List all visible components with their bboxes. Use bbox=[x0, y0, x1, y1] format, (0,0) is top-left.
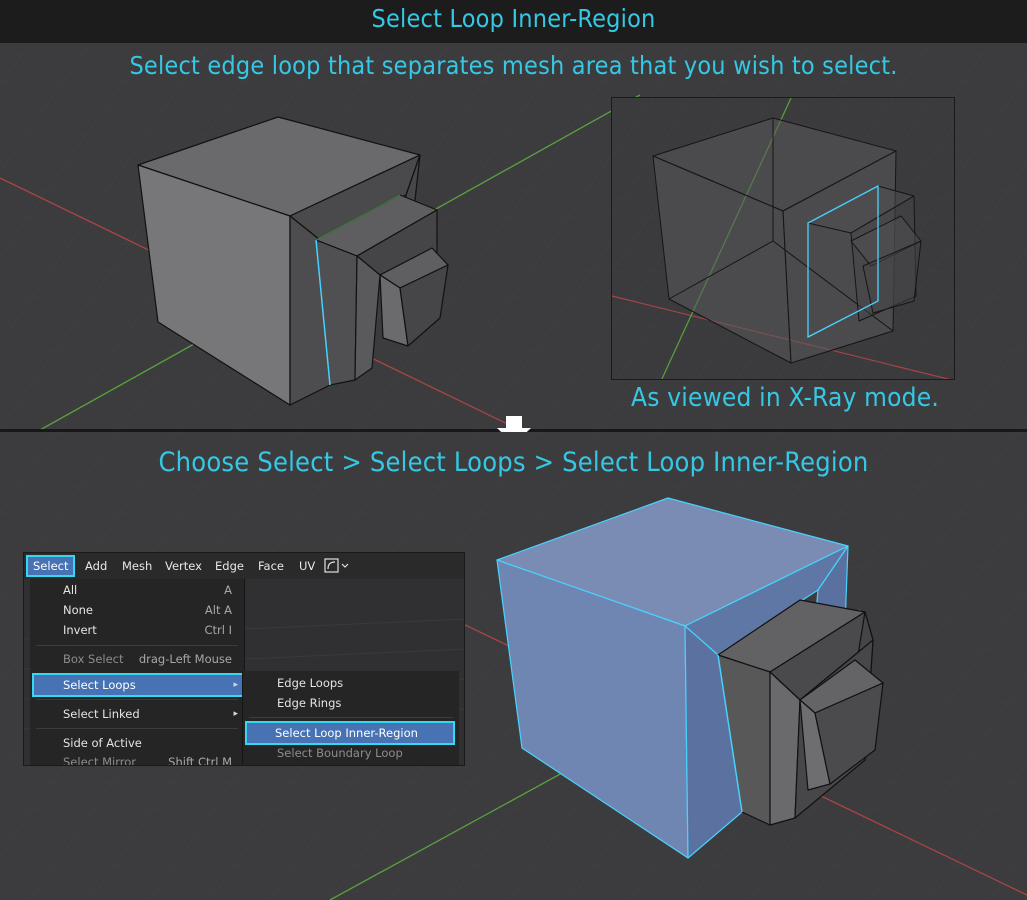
menu-mesh[interactable]: Mesh bbox=[117, 557, 157, 575]
menu-item-all[interactable]: All A bbox=[30, 580, 244, 600]
select-dropdown: All A None Alt A Invert Ctrl I Box Selec… bbox=[30, 579, 246, 765]
xray-caption: As viewed in X-Ray mode. bbox=[631, 383, 939, 413]
menu-item-none[interactable]: None Alt A bbox=[30, 600, 244, 620]
menu-separator bbox=[249, 717, 453, 718]
submenu-item-edge-loops[interactable]: Edge Loops bbox=[243, 673, 459, 693]
vertex-select-mode-icon[interactable] bbox=[324, 557, 350, 575]
blender-menu-panel: Select Add Mesh Vertex Edge Face UV All … bbox=[23, 552, 465, 766]
menu-edge[interactable]: Edge bbox=[210, 557, 249, 575]
xray-inset bbox=[611, 97, 957, 382]
menu-vertex[interactable]: Vertex bbox=[160, 557, 207, 575]
menu-separator bbox=[36, 699, 238, 700]
submenu-item-select-boundary-loop[interactable]: Select Boundary Loop bbox=[243, 743, 459, 763]
step-caption: Choose Select > Select Loops > Select Lo… bbox=[158, 447, 869, 478]
menu-select[interactable]: Select bbox=[25, 555, 76, 577]
menu-item-invert[interactable]: Invert Ctrl I bbox=[30, 620, 244, 640]
menu-add[interactable]: Add bbox=[80, 557, 112, 575]
menu-uv[interactable]: UV bbox=[294, 557, 320, 575]
menu-separator bbox=[36, 728, 238, 729]
header-menubar: Select Add Mesh Vertex Edge Face UV bbox=[24, 553, 464, 579]
menu-item-box-select[interactable]: Box Select drag-Left Mouse bbox=[30, 649, 244, 669]
submenu-item-select-loop-inner-region[interactable]: Select Loop Inner-Region bbox=[245, 721, 455, 745]
menu-item-select-linked[interactable]: Select Linked ▸ bbox=[30, 704, 244, 724]
menu-face[interactable]: Face bbox=[253, 557, 289, 575]
page-title: Select Loop Inner-Region bbox=[371, 4, 656, 33]
xray-view bbox=[611, 97, 957, 382]
menu-item-select-loops[interactable]: Select Loops ▸ bbox=[32, 673, 246, 697]
select-loops-submenu: Edge Loops Edge Rings Select Loop Inner-… bbox=[242, 671, 459, 765]
submenu-arrow-icon: ▸ bbox=[233, 680, 238, 690]
submenu-item-edge-rings[interactable]: Edge Rings bbox=[243, 693, 459, 713]
menu-item-select-mirror[interactable]: Select Mirror Shift Ctrl M bbox=[30, 752, 244, 765]
menu-item-side-of-active[interactable]: Side of Active bbox=[30, 733, 244, 753]
submenu-arrow-icon: ▸ bbox=[233, 709, 238, 719]
menu-separator bbox=[36, 645, 238, 646]
instruction-caption: Select edge loop that separates mesh are… bbox=[129, 51, 898, 80]
